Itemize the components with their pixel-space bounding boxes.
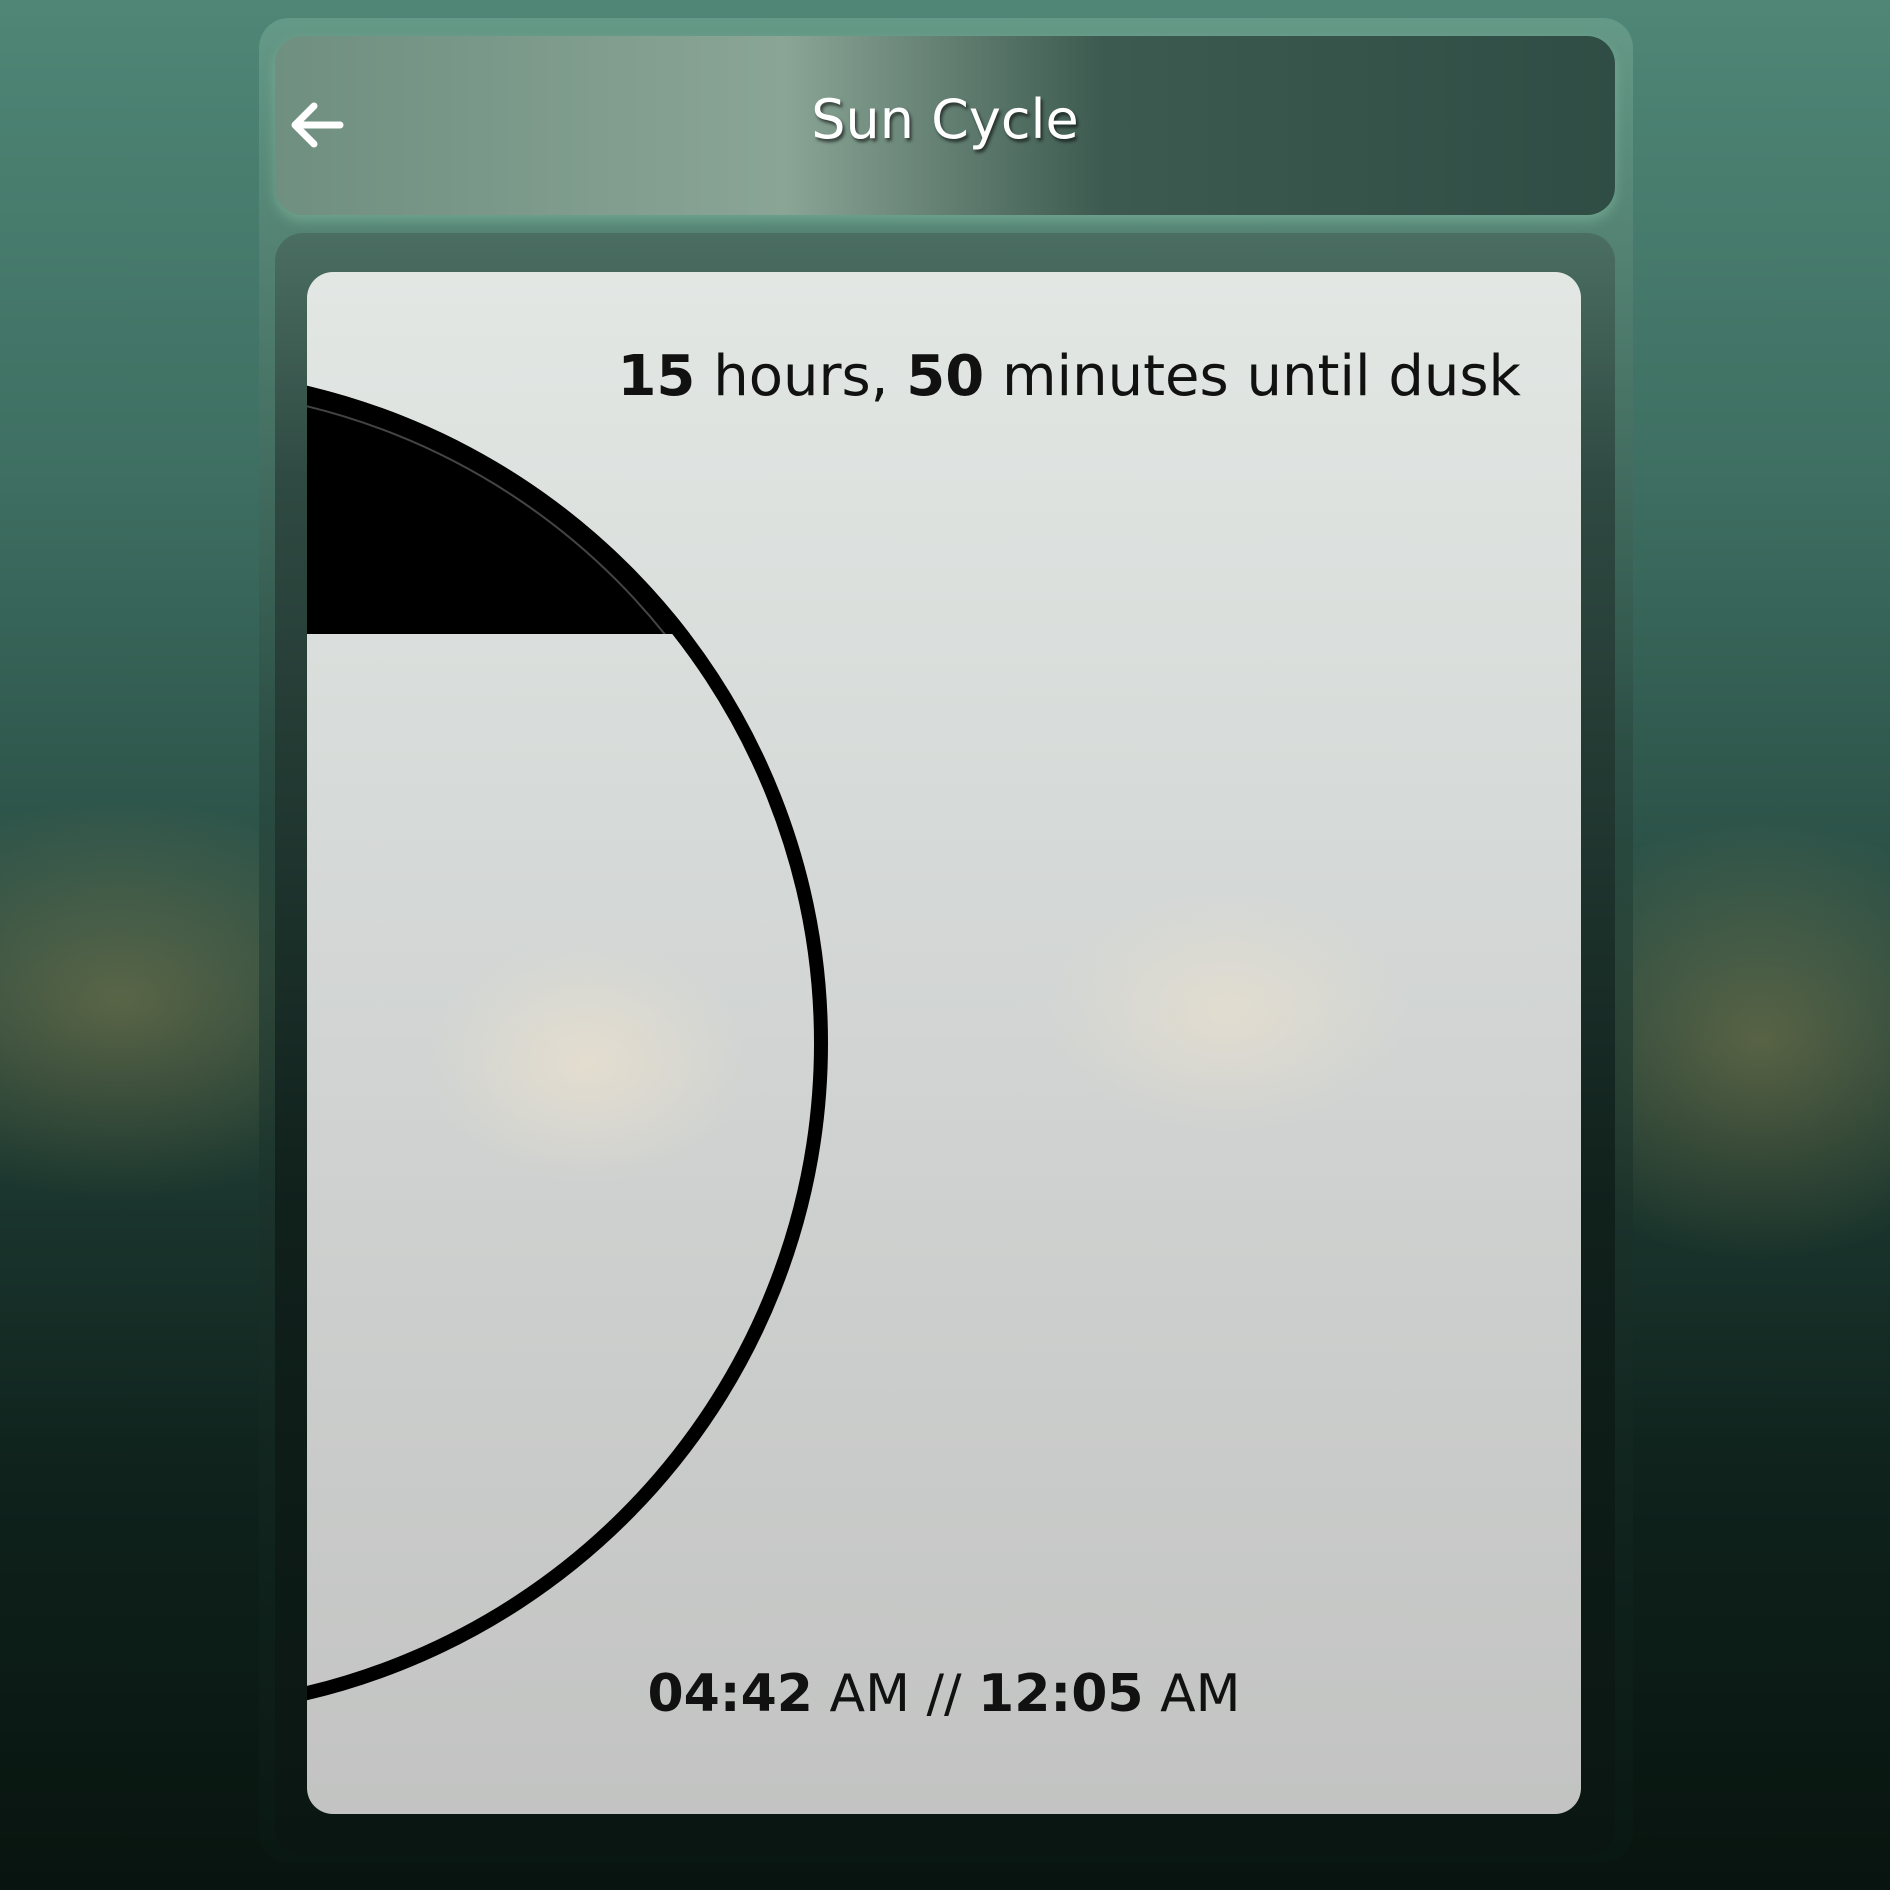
page-title: Sun Cycle (811, 88, 1079, 151)
sunset-period: AM (1143, 1664, 1241, 1724)
minutes-value: 50 (906, 344, 985, 409)
hours-label: hours, (695, 344, 907, 409)
minutes-label: minutes until dusk (984, 344, 1521, 409)
night-segment (307, 385, 690, 634)
sun-times: 04:42 AM // 12:05 AM (307, 1664, 1581, 1724)
sun-cycle-card: 15 hours, 50 minutes until dusk 04:42 AM… (307, 272, 1581, 1814)
hours-value: 15 (617, 344, 696, 409)
time-separator: // (909, 1664, 979, 1724)
sunrise-time: 04:42 (647, 1664, 813, 1724)
sunset-time: 12:05 (978, 1664, 1144, 1724)
sun-cycle-dial (307, 385, 828, 1701)
dusk-countdown: 15 hours, 50 minutes until dusk (617, 344, 1521, 409)
sunrise-period: AM (812, 1664, 910, 1724)
